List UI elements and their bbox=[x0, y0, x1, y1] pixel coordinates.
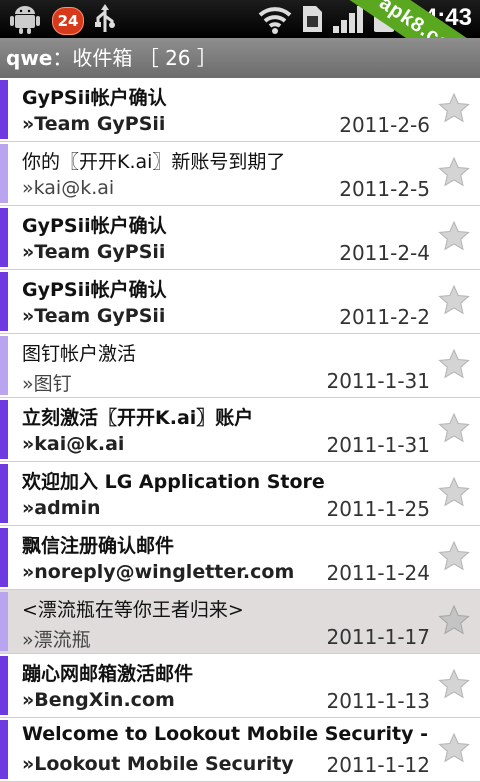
star-icon[interactable] bbox=[438, 412, 470, 444]
star-icon[interactable] bbox=[438, 732, 470, 764]
message-date: 2011-1-24 bbox=[326, 561, 430, 585]
unread-indicator bbox=[0, 592, 8, 651]
message-sender: »kai@k.ai bbox=[22, 177, 115, 199]
message-date: 2011-2-2 bbox=[339, 305, 430, 329]
star-icon[interactable] bbox=[438, 476, 470, 508]
unread-indicator bbox=[0, 464, 8, 523]
star-icon[interactable] bbox=[438, 668, 470, 700]
message-row[interactable]: GyPSii帐户确认 »Team GyPSii 2011-2-2 bbox=[0, 270, 480, 334]
message-row[interactable]: 立刻激活〖开开K.ai〗账户 »kai@k.ai 2011-1-31 bbox=[0, 398, 480, 462]
star-icon[interactable] bbox=[438, 540, 470, 572]
read-indicator bbox=[0, 144, 8, 203]
message-row[interactable]: 图钉帐户激活 »图钉 2011-1-31 bbox=[0, 334, 480, 398]
message-date: 2011-2-5 bbox=[339, 177, 430, 201]
message-subject: <漂流瓶在等你王者归来> bbox=[22, 599, 244, 621]
usb-icon bbox=[95, 4, 115, 32]
sim-icon bbox=[303, 6, 322, 32]
message-subject: GyPSii帐户确认 bbox=[22, 87, 167, 109]
message-sender: »Team GyPSii bbox=[22, 241, 166, 263]
message-row[interactable]: <漂流瓶在等你王者归来> »漂流瓶 2011-1-17 bbox=[0, 590, 480, 654]
message-date: 2011-1-25 bbox=[326, 497, 430, 521]
unread-indicator bbox=[0, 272, 8, 331]
wifi-icon bbox=[258, 7, 292, 34]
unread-indicator bbox=[0, 208, 8, 267]
message-sender: »noreply@wingletter.com bbox=[22, 561, 295, 583]
message-count: ［ 26 ］ bbox=[138, 46, 217, 70]
folder-title-bar: qwe：收件箱 ［ 26 ］ bbox=[0, 38, 480, 78]
message-subject: 飘信注册确认邮件 bbox=[22, 535, 175, 557]
message-date: 2011-2-4 bbox=[339, 241, 430, 265]
unread-indicator bbox=[0, 720, 8, 779]
message-subject: GyPSii帐户确认 bbox=[22, 215, 167, 237]
message-subject: 立刻激活〖开开K.ai〗账户 bbox=[22, 407, 254, 429]
message-row[interactable]: 欢迎加入 LG Application Store »admin 2011-1-… bbox=[0, 462, 480, 526]
message-row[interactable]: 飘信注册确认邮件 »noreply@wingletter.com 2011-1-… bbox=[0, 526, 480, 590]
message-row[interactable]: 蹦心网邮箱激活邮件 »BengXin.com 2011-1-13 bbox=[0, 654, 480, 718]
star-icon[interactable] bbox=[438, 284, 470, 316]
message-row[interactable]: 你的〖开开K.ai〗新账号到期了 »kai@k.ai 2011-2-5 bbox=[0, 142, 480, 206]
message-sender: »admin bbox=[22, 497, 101, 519]
unread-indicator bbox=[0, 400, 8, 459]
unread-indicator bbox=[0, 528, 8, 587]
unread-indicator bbox=[0, 656, 8, 715]
message-row[interactable]: GyPSii帐户确认 »Team GyPSii 2011-2-4 bbox=[0, 206, 480, 270]
message-subject: 蹦心网邮箱激活邮件 bbox=[22, 663, 194, 685]
message-sender: »kai@k.ai bbox=[22, 433, 125, 455]
message-date: 2011-1-31 bbox=[326, 369, 430, 393]
message-subject: 图钉帐户激活 bbox=[22, 343, 137, 365]
message-sender: »图钉 bbox=[22, 373, 72, 395]
message-subject: GyPSii帐户确认 bbox=[22, 279, 167, 301]
unread-indicator bbox=[0, 336, 8, 395]
star-icon[interactable] bbox=[438, 156, 470, 188]
message-date: 2011-1-12 bbox=[326, 753, 430, 777]
folder-name: 收件箱 bbox=[72, 46, 133, 70]
message-subject: 你的〖开开K.ai〗新账号到期了 bbox=[22, 151, 286, 173]
status-bar: 24 4:43 apk8.com bbox=[0, 0, 480, 38]
message-subject: Welcome to Lookout Mobile Security - ... bbox=[22, 723, 432, 745]
star-icon[interactable] bbox=[438, 348, 470, 380]
message-date: 2011-1-31 bbox=[326, 433, 430, 457]
message-row[interactable]: Welcome to Lookout Mobile Security - ...… bbox=[0, 718, 480, 782]
notification-badge: 24 bbox=[52, 7, 84, 35]
star-icon[interactable] bbox=[438, 92, 470, 124]
message-sender: »漂流瓶 bbox=[22, 629, 91, 651]
message-subject: 欢迎加入 LG Application Store bbox=[22, 471, 325, 493]
unread-indicator bbox=[0, 80, 8, 139]
title-separator: ： bbox=[52, 46, 73, 70]
message-sender: »Team GyPSii bbox=[22, 113, 166, 135]
message-date: 2011-1-13 bbox=[326, 689, 430, 713]
signal-icon bbox=[333, 6, 363, 33]
message-row[interactable]: GyPSii帐户确认 »Team GyPSii 2011-2-6 bbox=[0, 78, 480, 142]
message-list: GyPSii帐户确认 »Team GyPSii 2011-2-6 你的〖开开K.… bbox=[0, 78, 480, 782]
message-date: 2011-2-6 bbox=[339, 113, 430, 137]
account-name: qwe bbox=[6, 46, 53, 70]
star-icon[interactable] bbox=[438, 604, 470, 636]
message-date: 2011-1-17 bbox=[326, 625, 430, 649]
message-sender: »BengXin.com bbox=[22, 689, 175, 711]
android-debug-icon bbox=[10, 6, 40, 34]
star-icon[interactable] bbox=[438, 220, 470, 252]
message-sender: »Lookout Mobile Security bbox=[22, 753, 294, 775]
message-sender: »Team GyPSii bbox=[22, 305, 166, 327]
